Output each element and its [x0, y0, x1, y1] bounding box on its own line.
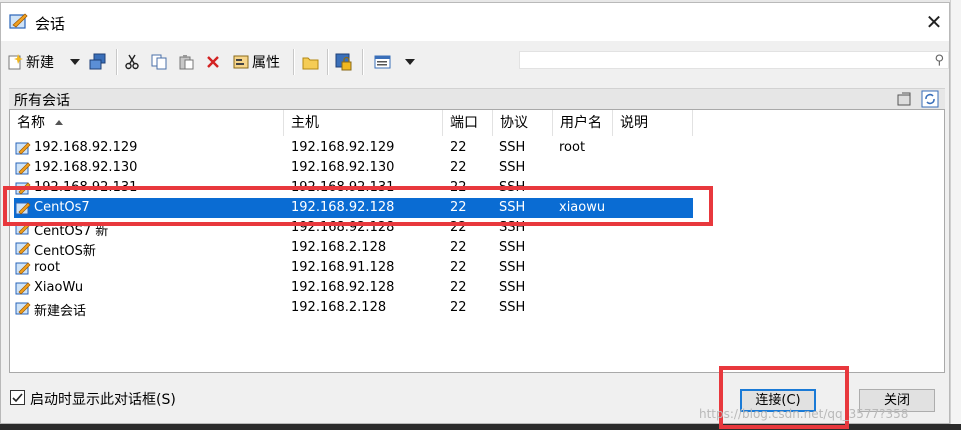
toolbar-separator — [293, 49, 295, 75]
session-port: 22 — [450, 280, 467, 295]
column-label: 协议 — [500, 115, 528, 131]
lock-icon — [335, 53, 352, 71]
checkmark-icon — [12, 393, 23, 403]
session-name: XiaoWu — [34, 280, 84, 295]
new-dropdown-button[interactable] — [70, 51, 80, 73]
column-header-description[interactable]: 说明 — [613, 110, 693, 136]
toolbar-separator — [362, 49, 364, 75]
chevron-down-icon — [405, 59, 415, 65]
column-label: 主机 — [291, 115, 319, 131]
session-port: 22 — [450, 260, 467, 275]
session-protocol: SSH — [499, 240, 526, 255]
new-session-button[interactable]: 新建 — [7, 51, 54, 73]
paste-icon — [179, 55, 194, 70]
connect-window-icon — [89, 53, 106, 70]
close-window-button[interactable]: ✕ — [921, 9, 947, 35]
session-port: 22 — [450, 240, 467, 255]
session-port: 22 — [450, 140, 467, 155]
session-port: 22 — [450, 300, 467, 315]
session-row[interactable]: XiaoWu 192.168.92.128 22 SSH — [10, 278, 944, 298]
session-host: 192.168.91.128 — [291, 260, 395, 275]
session-icon — [15, 160, 31, 176]
annotation-highlight-selected-row — [3, 186, 713, 226]
session-port: 22 — [450, 160, 467, 175]
session-list: 名称 主机 端口 协议 用户名 说明 192.168.92.129 192.168… — [9, 109, 945, 373]
refresh-icon[interactable] — [921, 90, 939, 108]
new-session-icon — [8, 54, 23, 70]
title-bar: 会话 ✕ — [1, 3, 949, 41]
column-label: 说明 — [620, 115, 648, 131]
session-host: 192.168.92.129 — [291, 140, 395, 155]
sessions-dialog: 会话 ✕ 新建 属性 ⚲ 所有会话 名称 主机 端口 协议 用户名 说明 192… — [0, 2, 950, 429]
paste-button[interactable] — [178, 51, 194, 73]
session-name: CentOS新 — [34, 244, 96, 259]
list-view-icon — [374, 55, 391, 69]
new-folder-button[interactable] — [302, 51, 319, 73]
cut-button[interactable] — [124, 51, 140, 73]
session-icon — [15, 140, 31, 156]
session-name: 192.168.92.130 — [34, 160, 138, 175]
session-host: 192.168.2.128 — [291, 300, 387, 315]
view-button[interactable] — [374, 51, 391, 73]
session-icon — [15, 260, 31, 276]
session-host: 192.168.92.130 — [291, 160, 395, 175]
scissors-icon — [125, 54, 139, 70]
window-right-edge — [950, 0, 961, 430]
session-row[interactable]: 新建会话 192.168.2.128 22 SSH — [10, 298, 944, 319]
column-label: 名称 — [17, 115, 45, 131]
session-icon — [15, 300, 31, 316]
properties-icon — [233, 55, 249, 69]
copy-button[interactable] — [151, 51, 167, 73]
session-protocol: SSH — [499, 140, 526, 155]
session-group-bar: 所有会话 — [9, 88, 945, 109]
group-label: 所有会话 — [14, 93, 70, 109]
session-row[interactable]: 192.168.92.130 192.168.92.130 22 SSH — [10, 158, 944, 178]
folder-icon — [302, 57, 319, 69]
copy-icon — [151, 54, 167, 70]
session-window-button[interactable] — [89, 51, 107, 73]
properties-label: 属性 — [252, 55, 280, 71]
column-label: 端口 — [450, 115, 478, 131]
show-on-startup-label[interactable]: 启动时显示此对话框(S) — [30, 389, 176, 409]
column-header-username[interactable]: 用户名 — [553, 110, 613, 136]
properties-button[interactable]: 属性 — [233, 51, 280, 73]
session-user: root — [559, 140, 586, 155]
sort-ascending-icon — [55, 120, 63, 125]
session-icon — [15, 240, 31, 256]
session-name: root — [34, 260, 61, 275]
session-host: 192.168.2.128 — [291, 240, 387, 255]
show-on-startup-checkbox[interactable] — [10, 390, 25, 405]
session-row[interactable]: root 192.168.91.128 22 SSH — [10, 258, 944, 278]
lock-session-button[interactable] — [335, 51, 352, 73]
toolbar-separator — [116, 49, 118, 75]
session-name: 新建会话 — [34, 304, 87, 319]
chevron-down-icon — [70, 59, 80, 65]
session-icon — [15, 280, 31, 296]
session-host: 192.168.92.128 — [291, 280, 395, 295]
sessions-app-icon — [9, 13, 28, 29]
column-header-protocol[interactable]: 协议 — [493, 110, 553, 136]
window-title: 会话 — [35, 15, 66, 33]
session-protocol: SSH — [499, 260, 526, 275]
session-name: 192.168.92.129 — [34, 140, 138, 155]
new-session-label: 新建 — [26, 55, 54, 71]
session-row[interactable]: CentOS新 192.168.2.128 22 SSH — [10, 238, 944, 259]
link-sessions-icon[interactable] — [896, 90, 914, 108]
column-header-name[interactable]: 名称 — [10, 110, 284, 136]
column-header-host[interactable]: 主机 — [284, 110, 443, 136]
search-input[interactable]: ⚲ — [519, 51, 949, 69]
list-header: 名称 主机 端口 协议 用户名 说明 — [10, 110, 944, 136]
toolbar-separator — [327, 49, 329, 75]
session-row[interactable]: 192.168.92.129 192.168.92.129 22 SSH root — [10, 138, 944, 158]
delete-button[interactable] — [206, 51, 220, 73]
search-icon[interactable]: ⚲ — [934, 53, 944, 68]
session-protocol: SSH — [499, 280, 526, 295]
session-protocol: SSH — [499, 300, 526, 315]
column-header-port[interactable]: 端口 — [443, 110, 493, 136]
column-label: 用户名 — [560, 115, 602, 131]
delete-x-icon — [207, 56, 219, 68]
session-protocol: SSH — [499, 160, 526, 175]
view-dropdown-button[interactable] — [405, 51, 415, 73]
watermark-text: https://blog.csdn.net/qq_3577?358 — [699, 407, 909, 421]
